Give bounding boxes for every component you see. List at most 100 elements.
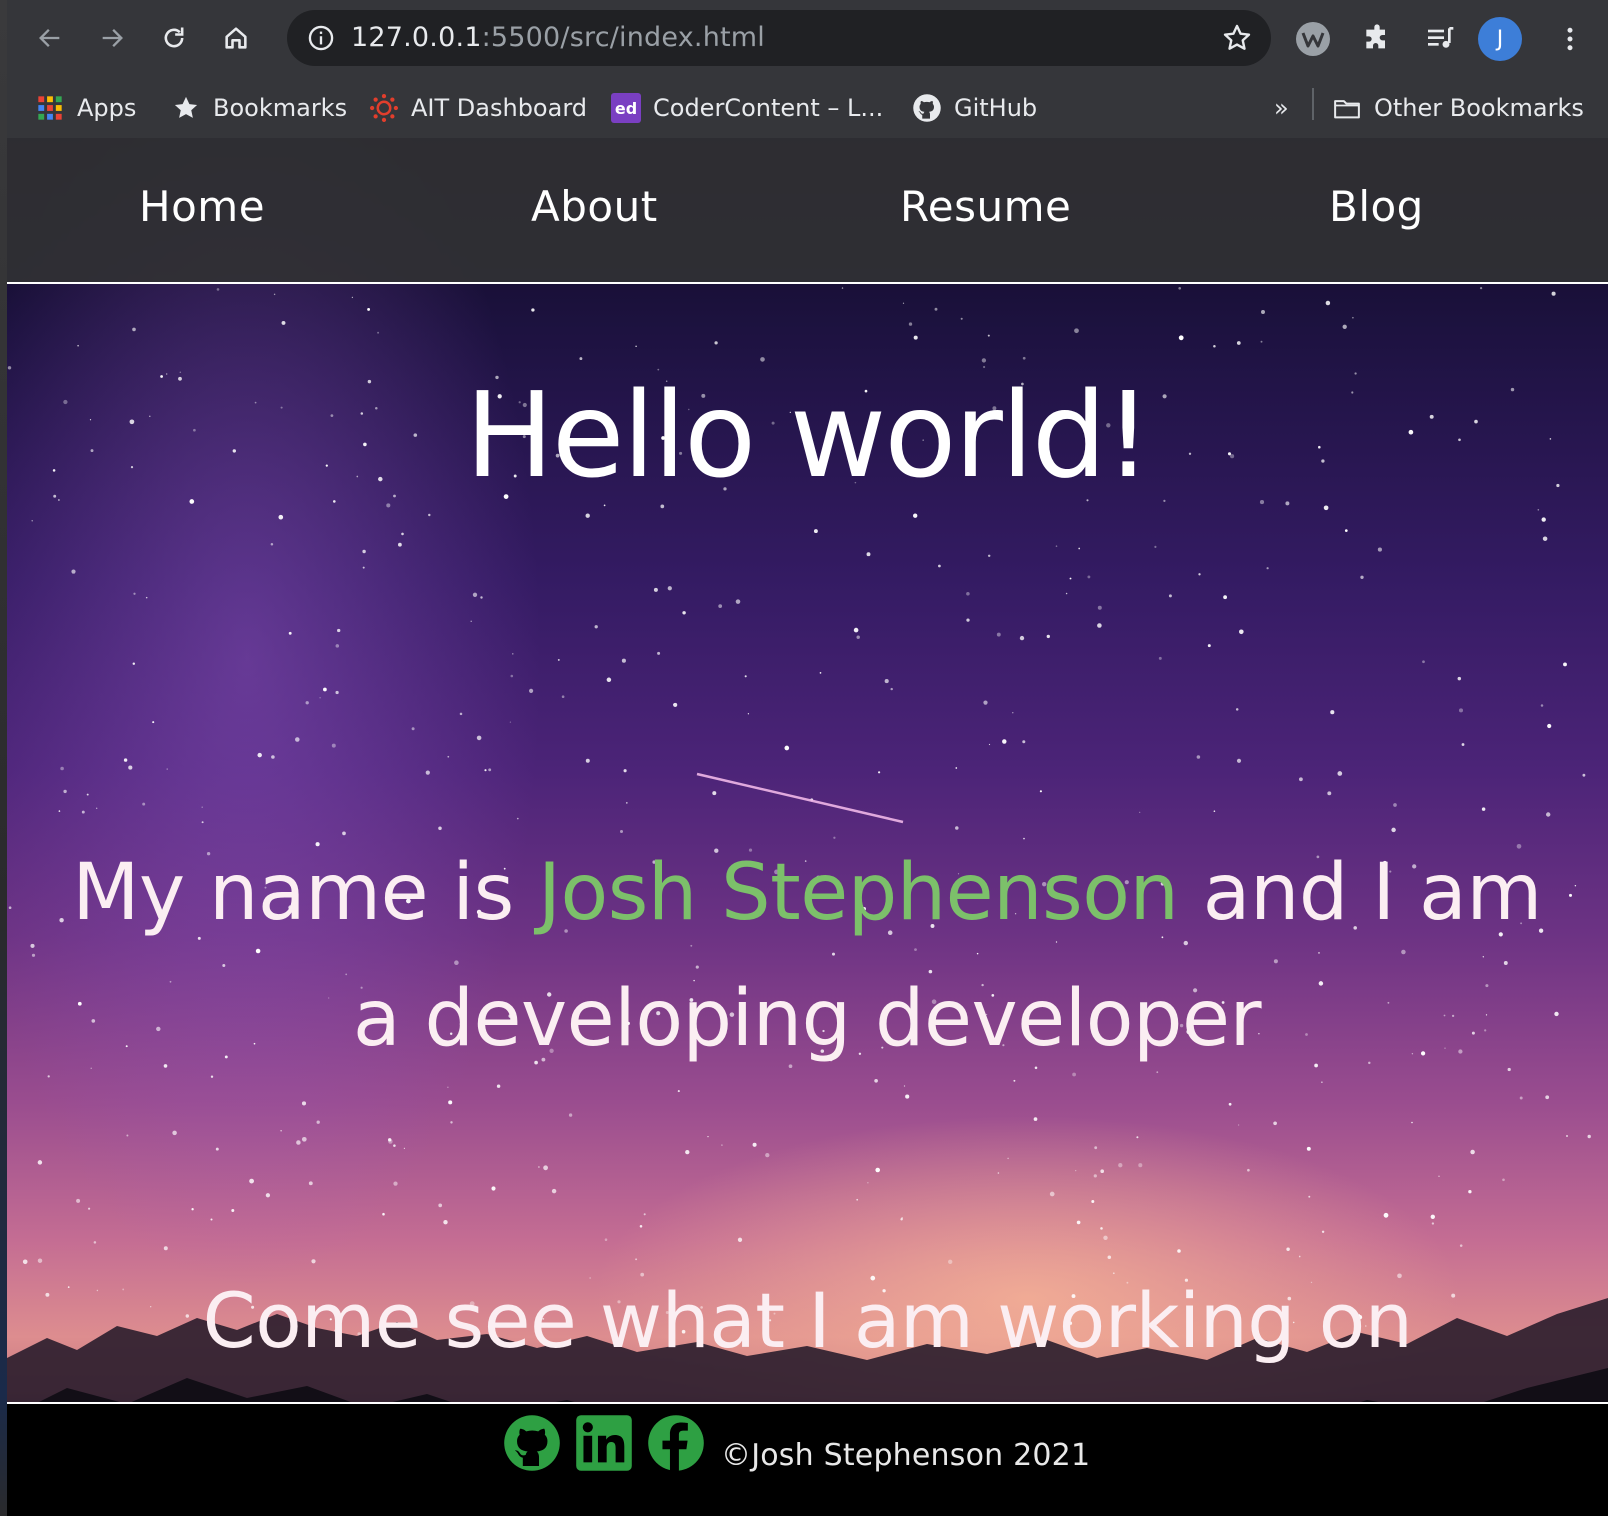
star	[512, 653, 514, 655]
folder-icon	[1332, 93, 1362, 123]
star	[126, 1134, 129, 1137]
bookmark-star-icon[interactable]	[1221, 22, 1253, 54]
star	[760, 357, 765, 362]
star	[516, 817, 519, 820]
profile-avatar[interactable]: J	[1478, 17, 1522, 61]
star	[270, 542, 274, 546]
bookmark-apps[interactable]: Apps	[35, 88, 136, 128]
bookmark-other-bookmarks[interactable]: Other Bookmarks	[1332, 88, 1584, 128]
star	[1554, 1011, 1559, 1017]
url-text[interactable]: 127.0.0.1:5500/src/index.html	[351, 22, 765, 53]
extension-w-button[interactable]	[1294, 20, 1332, 58]
star	[1139, 811, 1141, 813]
star	[8, 906, 12, 910]
bookmarks-overflow-button[interactable]: »	[1274, 88, 1289, 128]
url-path: :5500/src/index.html	[481, 22, 765, 53]
site-nav: Home About Resume Blog	[7, 138, 1608, 284]
chevron-double-right-icon: »	[1274, 94, 1289, 122]
star	[1461, 743, 1465, 746]
star	[744, 675, 747, 678]
star	[1458, 708, 1464, 713]
star	[166, 768, 168, 770]
intro-prefix: My name is	[72, 848, 539, 938]
star	[1002, 739, 1007, 744]
star	[1093, 1174, 1097, 1178]
star	[1308, 1195, 1311, 1198]
star	[1228, 1102, 1232, 1106]
nav-blog[interactable]: Blog	[1329, 182, 1424, 231]
star	[903, 1085, 906, 1087]
star	[1075, 1169, 1077, 1172]
forward-button[interactable]	[93, 19, 131, 57]
star	[382, 1212, 385, 1216]
star	[568, 1113, 573, 1117]
nav-resume[interactable]: Resume	[900, 182, 1071, 231]
star	[448, 1100, 453, 1105]
star	[1012, 712, 1014, 714]
star	[1039, 790, 1042, 793]
star	[362, 549, 366, 554]
star	[1546, 812, 1551, 817]
star	[1261, 310, 1265, 314]
bookmark-github[interactable]: GitHub	[912, 88, 1037, 128]
github-link[interactable]	[503, 1414, 561, 1472]
arrow-left-icon	[39, 29, 60, 47]
star	[714, 341, 718, 345]
browser-menu-button[interactable]	[1551, 20, 1589, 58]
bookmark-codercontent[interactable]: ed CoderContent – L...	[611, 88, 883, 128]
star	[323, 687, 327, 692]
linkedin-link[interactable]	[575, 1414, 633, 1472]
star	[447, 755, 450, 758]
star	[1158, 656, 1162, 660]
star	[551, 1188, 557, 1194]
star	[529, 688, 534, 693]
bookmark-ait-dashboard[interactable]: AIT Dashboard	[369, 88, 587, 128]
star	[1097, 623, 1102, 628]
star	[1236, 341, 1241, 345]
star	[351, 296, 354, 299]
star	[853, 627, 859, 633]
star	[1213, 810, 1216, 812]
star	[966, 592, 970, 596]
ed-logo-icon: ed	[611, 93, 641, 123]
star	[635, 345, 637, 348]
nav-about[interactable]: About	[531, 182, 658, 231]
star	[316, 1120, 320, 1124]
star	[1260, 340, 1263, 343]
star	[682, 611, 686, 615]
star	[63, 789, 67, 794]
bookmark-bookmarks[interactable]: Bookmarks	[171, 88, 347, 128]
star	[459, 712, 463, 716]
star	[1074, 328, 1079, 334]
star	[735, 599, 741, 604]
nav-home[interactable]: Home	[139, 182, 265, 231]
address-bar[interactable]: 127.0.0.1:5500/src/index.html	[287, 10, 1271, 66]
github-icon	[504, 1415, 560, 1471]
extensions-button[interactable]	[1358, 20, 1396, 58]
star	[1091, 1200, 1095, 1203]
star	[1196, 755, 1201, 759]
media-controls-button[interactable]	[1421, 20, 1459, 58]
arrow-right-icon	[102, 29, 123, 47]
info-icon[interactable]	[307, 24, 335, 52]
star	[988, 743, 991, 746]
reload-icon	[164, 27, 184, 48]
star	[1178, 335, 1184, 341]
star	[1138, 1163, 1143, 1168]
window-edge	[0, 0, 7, 1516]
star	[1273, 1121, 1277, 1126]
home-button[interactable]	[217, 19, 255, 57]
star	[31, 520, 33, 522]
facebook-link[interactable]	[647, 1414, 705, 1472]
star	[1383, 1212, 1389, 1218]
back-button[interactable]	[31, 19, 69, 57]
star	[955, 767, 958, 769]
star	[1344, 529, 1348, 532]
star	[784, 745, 790, 751]
reload-button[interactable]	[155, 19, 193, 57]
star	[1069, 577, 1072, 580]
star	[257, 752, 262, 758]
star	[579, 357, 583, 361]
star	[1236, 758, 1242, 763]
star	[484, 769, 487, 772]
